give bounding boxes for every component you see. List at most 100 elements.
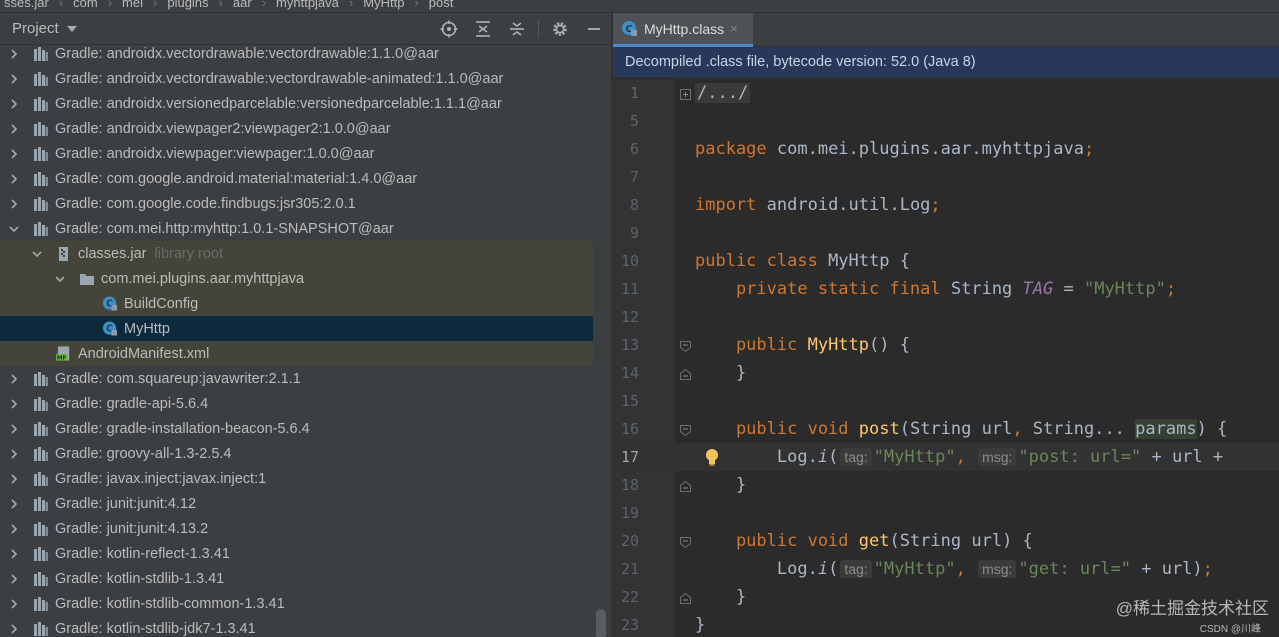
line-number: 22 — [620, 588, 639, 606]
fold-end-icon[interactable] — [680, 367, 691, 380]
line-number: 7 — [629, 168, 639, 186]
parameter-hint: msg: — [978, 448, 1017, 466]
code-line[interactable]: 21 Log.i(tag: "MyHttp", msg: "get: url=" +… — [613, 555, 1279, 583]
breadcrumb-item[interactable]: sses.jar — [0, 0, 53, 10]
chevron-right-icon[interactable] — [7, 522, 21, 536]
tree-item[interactable]: classes.jar library root — [0, 241, 593, 266]
code-line[interactable]: 9 — [613, 219, 1279, 247]
code-line[interactable]: 13 public MyHttp() { — [613, 331, 1279, 359]
fold-end-icon[interactable] — [680, 591, 691, 604]
tree-item[interactable]: Gradle: com.mei.http:myhttp:1.0.1-SNAPSH… — [0, 216, 593, 241]
tree-item[interactable]: Gradle: gradle-api-5.6.4 — [0, 391, 593, 416]
chevron-right-icon[interactable] — [7, 572, 21, 586]
breadcrumb-item[interactable]: aar — [229, 0, 256, 10]
chevron-right-icon[interactable] — [7, 147, 21, 161]
breadcrumb-item[interactable]: myhttpjava — [272, 0, 343, 10]
tree-item[interactable]: Gradle: kotlin-stdlib-jdk7-1.3.41 — [0, 616, 593, 637]
code-line[interactable]: 18 } — [613, 471, 1279, 499]
fold-end-icon[interactable] — [680, 479, 691, 492]
code-line[interactable]: 5 — [613, 107, 1279, 135]
chevron-right-icon[interactable] — [7, 122, 21, 136]
tree-item[interactable]: MF AndroidManifest.xml — [0, 341, 593, 366]
library-icon — [33, 96, 49, 112]
tree-item[interactable]: Gradle: com.google.android.material:mate… — [0, 166, 593, 191]
code-line[interactable]: 20 public void get(String url) { — [613, 527, 1279, 555]
code-editor[interactable]: 1 /.../ 5 6 package com.mei.plugins.aar.myht… — [613, 79, 1279, 637]
project-view-selector[interactable]: Project — [12, 20, 59, 37]
tree-item[interactable]: Gradle: kotlin-reflect-1.3.41 — [0, 541, 593, 566]
tree-item[interactable]: com.mei.plugins.aar.myhttpjava — [0, 266, 593, 291]
code-token: ) { — [1196, 419, 1228, 439]
parameter-hint: tag: — [840, 560, 872, 578]
chevron-right-icon[interactable] — [7, 547, 21, 561]
chevron-right-icon[interactable] — [7, 372, 21, 386]
chevron-right-icon[interactable] — [7, 447, 21, 461]
code-line[interactable]: 19 — [613, 499, 1279, 527]
code-line[interactable]: 1 /.../ — [613, 79, 1279, 107]
code-line[interactable]: 7 — [613, 163, 1279, 191]
chevron-down-icon[interactable] — [53, 272, 67, 286]
code-line[interactable]: 12 — [613, 303, 1279, 331]
tree-item[interactable]: Gradle: kotlin-stdlib-common-1.3.41 — [0, 591, 593, 616]
chevron-right-icon[interactable] — [7, 497, 21, 511]
chevron-right-icon[interactable] — [7, 72, 21, 86]
close-icon[interactable]: × — [730, 21, 738, 36]
chevron-right-icon[interactable] — [7, 97, 21, 111]
chevron-right-icon[interactable] — [7, 472, 21, 486]
tree-item[interactable]: Gradle: javax.inject:javax.inject:1 — [0, 466, 593, 491]
tree-scrollbar[interactable] — [596, 609, 606, 637]
code-line[interactable]: 10 public class MyHttp { — [613, 247, 1279, 275]
tree-item[interactable]: Gradle: com.google.code.findbugs:jsr305:… — [0, 191, 593, 216]
project-tree: Gradle: androidx.vectordrawable:vectordr… — [0, 41, 593, 637]
code-token: import — [695, 195, 767, 215]
fold-expand-icon[interactable] — [680, 87, 691, 100]
tab-myhttp-class[interactable]: C MyHttp.class × — [613, 13, 753, 47]
tree-item[interactable]: Gradle: com.squareup:javawriter:2.1.1 — [0, 366, 593, 391]
tree-item[interactable]: Gradle: androidx.viewpager2:viewpager2:1… — [0, 116, 593, 141]
tree-item[interactable]: Gradle: groovy-all-1.3-2.5.4 — [0, 441, 593, 466]
folded-region[interactable]: /.../ — [695, 83, 751, 103]
fold-collapse-icon[interactable] — [680, 339, 691, 353]
tree-item-selected[interactable]: C MyHttp — [0, 316, 593, 341]
tree-item[interactable]: Gradle: androidx.viewpager:viewpager:1.0… — [0, 141, 593, 166]
breadcrumb-item[interactable]: MyHttp — [359, 0, 408, 10]
chevron-right-icon[interactable] — [7, 397, 21, 411]
code-text: public MyHttp() { — [695, 335, 910, 355]
code-line[interactable]: 15 — [613, 387, 1279, 415]
code-line[interactable]: 11 private static final String TAG = "My… — [613, 275, 1279, 303]
line-number: 5 — [629, 112, 639, 130]
chevron-right-icon[interactable] — [7, 197, 21, 211]
tree-item[interactable]: Gradle: junit:junit:4.13.2 — [0, 516, 593, 541]
code-line[interactable]: 16 public void post(String url, String..… — [613, 415, 1279, 443]
code-line[interactable]: 8 import android.util.Log; — [613, 191, 1279, 219]
tree-item[interactable]: Gradle: androidx.versionedparcelable:ver… — [0, 91, 593, 116]
breadcrumb-item[interactable]: com — [69, 0, 102, 10]
code-line[interactable]: 17 Log.i(tag: "MyHttp", msg: "post: url=" … — [613, 443, 1279, 471]
chevron-right-icon[interactable] — [7, 47, 21, 61]
code-token: } — [695, 475, 747, 495]
tree-item[interactable]: Gradle: androidx.vectordrawable:vectordr… — [0, 41, 593, 66]
code-line[interactable]: 14 } — [613, 359, 1279, 387]
code-token: public void — [695, 531, 859, 551]
chevron-down-icon[interactable] — [7, 222, 21, 236]
code-token: post — [858, 419, 900, 439]
chevron-right-icon[interactable] — [7, 622, 21, 636]
breadcrumb-item[interactable]: mei — [118, 0, 147, 10]
chevron-down-icon[interactable] — [30, 247, 44, 261]
breadcrumb-item[interactable]: post — [425, 0, 458, 10]
code-line[interactable]: 6 package com.mei.plugins.aar.myhttpjava; — [613, 135, 1279, 163]
fold-collapse-icon[interactable] — [680, 535, 691, 549]
code-text: } — [695, 587, 746, 607]
chevron-right-icon[interactable] — [7, 597, 21, 611]
breadcrumb-separator: › — [153, 0, 158, 10]
chevron-down-icon[interactable] — [66, 25, 77, 32]
chevron-right-icon[interactable] — [7, 172, 21, 186]
tree-item[interactable]: Gradle: androidx.vectordrawable:vectordr… — [0, 66, 593, 91]
breadcrumb-item[interactable]: plugins — [163, 0, 212, 10]
tree-item[interactable]: Gradle: gradle-installation-beacon-5.6.4 — [0, 416, 593, 441]
fold-collapse-icon[interactable] — [680, 423, 691, 437]
tree-item[interactable]: Gradle: kotlin-stdlib-1.3.41 — [0, 566, 593, 591]
chevron-right-icon[interactable] — [7, 422, 21, 436]
tree-item[interactable]: C BuildConfig — [0, 291, 593, 316]
tree-item[interactable]: Gradle: junit:junit:4.12 — [0, 491, 593, 516]
